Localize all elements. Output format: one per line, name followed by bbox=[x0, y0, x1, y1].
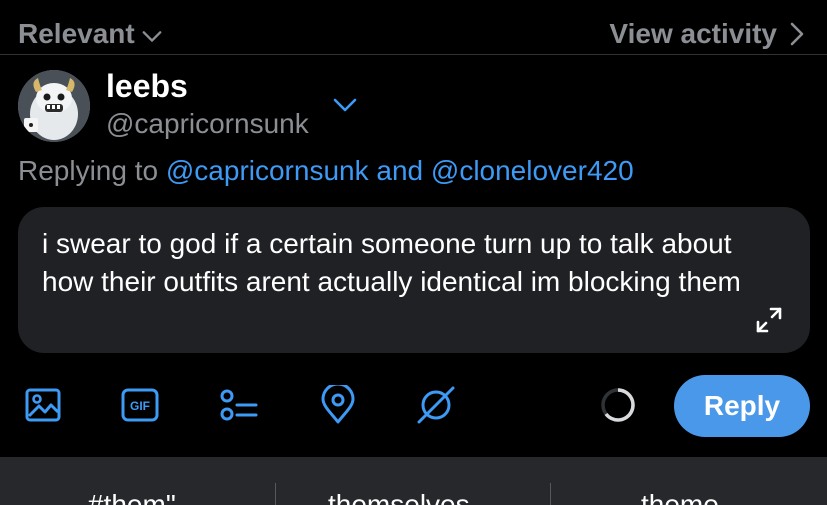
character-count-ring bbox=[601, 388, 635, 422]
add-gif-button[interactable]: GIF bbox=[118, 383, 162, 427]
avatar[interactable] bbox=[18, 70, 90, 142]
suggestion-divider bbox=[275, 483, 276, 505]
suggestion-divider bbox=[550, 483, 551, 505]
keyboard-suggestion-bar: #them" themselves theme bbox=[0, 457, 827, 505]
avatar-image bbox=[18, 70, 90, 142]
mention-link[interactable]: @capricornsunk bbox=[166, 155, 369, 186]
add-image-button[interactable] bbox=[21, 383, 65, 427]
suggestion-item[interactable]: themselves bbox=[328, 489, 470, 505]
sort-label: Relevant bbox=[18, 18, 135, 49]
location-icon bbox=[321, 385, 355, 424]
view-activity-label: View activity bbox=[609, 18, 777, 49]
add-location-button[interactable] bbox=[316, 383, 360, 427]
top-bar: Relevant View activity bbox=[0, 0, 827, 55]
expand-icon[interactable] bbox=[754, 305, 784, 335]
reply-button[interactable]: Reply bbox=[674, 375, 810, 437]
suggestion-item[interactable]: theme bbox=[641, 489, 719, 505]
suggestion-item[interactable]: #them" bbox=[88, 489, 176, 505]
reply-composer[interactable]: i swear to god if a certain someone turn… bbox=[18, 207, 810, 353]
grok-button[interactable] bbox=[414, 383, 458, 427]
replying-prefix: Replying to bbox=[18, 155, 166, 186]
reply-text-input[interactable]: i swear to god if a certain someone turn… bbox=[42, 225, 762, 301]
image-icon bbox=[25, 388, 61, 422]
account-handle: @capricornsunk bbox=[106, 108, 309, 139]
gif-label: GIF bbox=[130, 399, 150, 413]
compose-toolbar: GIF Reply bbox=[0, 375, 827, 437]
mention-joiner[interactable]: and bbox=[369, 155, 431, 186]
account-switch-chevron-icon[interactable] bbox=[332, 96, 358, 114]
poll-icon bbox=[220, 389, 258, 421]
sort-dropdown[interactable]: Relevant bbox=[18, 18, 163, 50]
gif-icon: GIF bbox=[121, 388, 159, 422]
grok-icon bbox=[417, 386, 455, 424]
account-name: leebs bbox=[106, 68, 188, 104]
add-poll-button[interactable] bbox=[216, 383, 260, 427]
replying-to: Replying to @capricornsunk and @clonelov… bbox=[18, 155, 634, 187]
mention-link[interactable]: @clonelover420 bbox=[431, 155, 634, 186]
chevron-down-icon bbox=[142, 31, 162, 42]
view-activity-link[interactable]: View activity bbox=[609, 18, 805, 50]
chevron-right-icon bbox=[790, 22, 804, 46]
